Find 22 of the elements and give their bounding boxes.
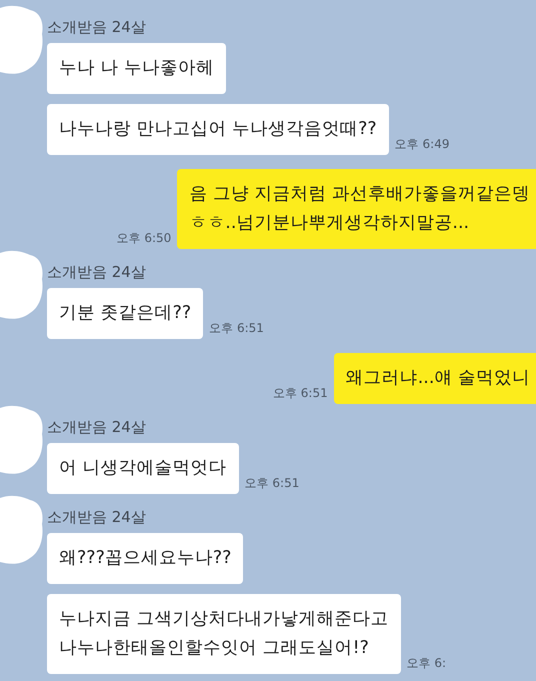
sender-name: 소개받음 24살 <box>47 263 147 282</box>
message-bubble: 왜그러냐...얘 술먹었니 <box>334 353 536 404</box>
avatar <box>0 249 44 321</box>
message-time: 오후 6:51 <box>272 385 328 402</box>
sender-name: 소개받음 24살 <box>47 418 147 437</box>
avatar <box>0 404 44 476</box>
message-time: 오후 6:50 <box>116 230 172 247</box>
message-bubble: 기분 좃같은데?? <box>47 288 204 339</box>
message-time: 오후 6:51 <box>209 320 264 337</box>
message-time: 오후 6: <box>406 655 446 672</box>
sender-name: 소개받음 24살 <box>47 18 147 37</box>
avatar <box>0 4 44 76</box>
message-bubble: 나누나랑 만나고십어 누나생각음엇때?? <box>47 104 389 155</box>
message-time: 오후 6:51 <box>244 475 300 492</box>
avatar <box>0 494 44 566</box>
message-bubble: 누나 나 누나좋아헤 <box>47 43 226 94</box>
message-bubble: 음 그냥 지금처럼 과선후배가좋을꺼같은뎅 ㅎㅎ..넘기분나뿌게생각하지말공... <box>177 169 536 249</box>
sender-name: 소개받음 24살 <box>47 508 147 527</box>
message-bubble: 누나지금 그색기상처다내가낳게해준다고 나누나한태올인할수잇어 그래도실어!? <box>47 594 401 674</box>
message-bubble: 왜???꼽으세요누나?? <box>47 533 244 584</box>
message-time: 오후 6:49 <box>394 136 450 153</box>
message-bubble: 어 니생각에술먹엇다 <box>47 443 239 494</box>
